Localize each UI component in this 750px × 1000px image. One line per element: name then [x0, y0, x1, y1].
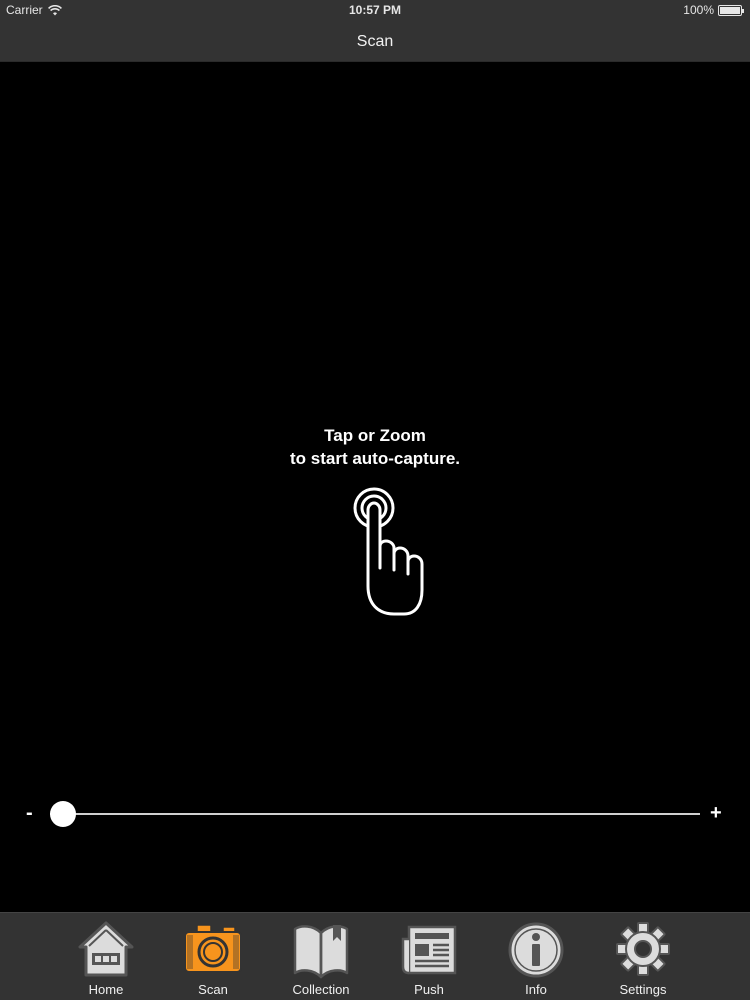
book-icon — [293, 925, 349, 979]
battery-fill — [720, 6, 740, 14]
capture-hint-line-2: to start auto-capture. — [289, 449, 461, 468]
tab-home-label: Home — [88, 982, 124, 997]
camera-viewfinder[interactable]: Tap or Zoom to start auto-capture. — [0, 62, 750, 912]
home-icon — [78, 921, 134, 977]
newspaper-icon — [401, 925, 457, 975]
battery-icon — [718, 4, 744, 16]
tab-home[interactable]: Home — [61, 913, 151, 1000]
camera-icon — [184, 924, 242, 973]
tab-collection-label: Collection — [292, 982, 350, 997]
capture-hint-line-1: Tap or Zoom — [324, 426, 426, 445]
tab-collection[interactable]: Collection — [276, 913, 366, 1000]
tab-settings[interactable]: Settings — [598, 913, 688, 1000]
nav-bar: Scan — [0, 22, 750, 62]
zoom-in-label[interactable]: + — [710, 802, 722, 825]
zoom-slider-track[interactable] — [50, 813, 700, 815]
tab-push-label: Push — [414, 982, 444, 997]
info-icon — [508, 922, 564, 978]
page-title: Scan — [356, 32, 394, 50]
status-bar: Carrier 10:57 PM 100% — [0, 0, 750, 22]
tab-settings-label: Settings — [619, 982, 667, 997]
tab-info-label: Info — [525, 982, 547, 997]
battery-percent: 100% — [683, 3, 714, 17]
tap-gesture-icon — [353, 487, 424, 616]
zoom-slider-thumb[interactable] — [50, 801, 76, 827]
zoom-out-label[interactable]: - — [26, 802, 33, 825]
status-time: 10:57 PM — [348, 3, 402, 17]
capture-hint: Tap or Zoom to start auto-capture. — [0, 424, 750, 470]
tab-scan[interactable]: Scan — [168, 913, 258, 1000]
tab-info[interactable]: Info — [491, 913, 581, 1000]
app-window: Carrier 10:57 PM 100% Scan Tap or Zoom t… — [0, 0, 750, 1000]
tab-bar: Home Scan Collection Push Info Settings — [0, 912, 750, 1000]
status-right: 100% — [683, 3, 744, 17]
gear-icon — [616, 922, 670, 976]
tab-scan-label: Scan — [198, 982, 228, 997]
tab-push[interactable]: Push — [384, 913, 474, 1000]
